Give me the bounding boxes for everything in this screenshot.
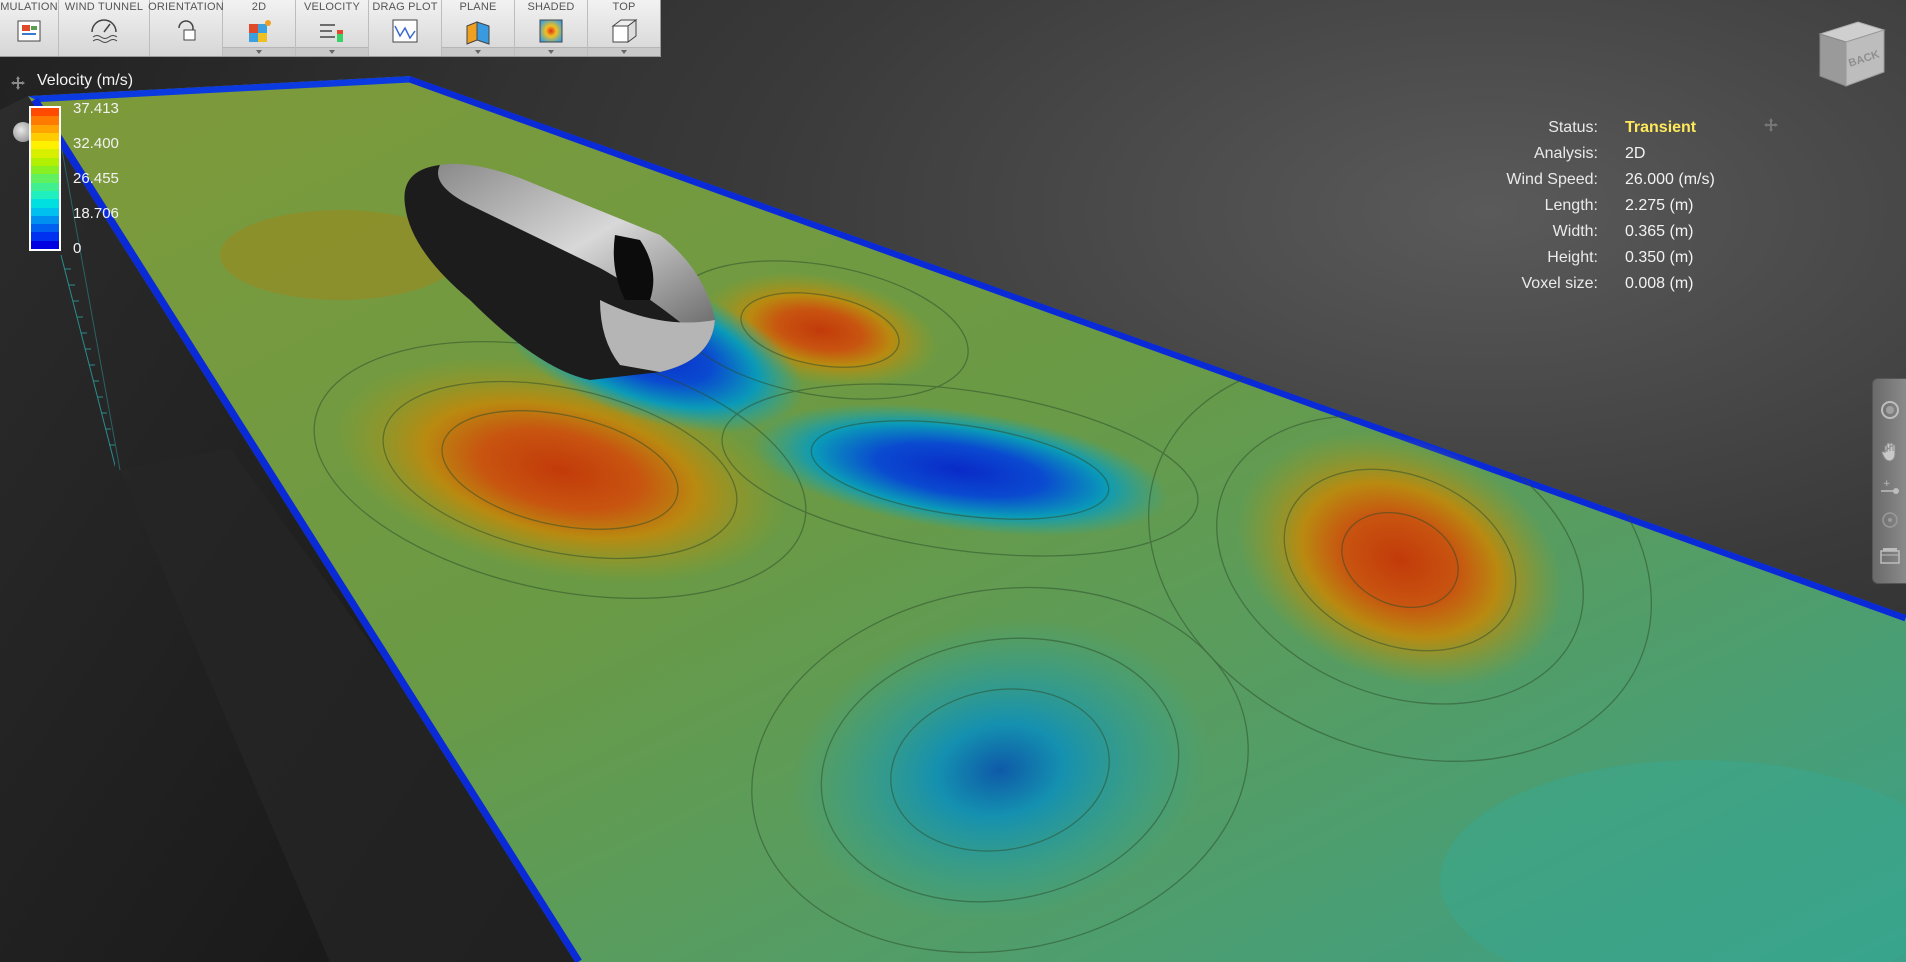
toolbar-top[interactable]: TOP [588,0,660,56]
velocity-icon [320,24,343,42]
legend-label: 37.413 [73,100,119,117]
toolbar-plane[interactable]: PLANE [442,0,515,56]
legend-color-swatch [31,174,59,183]
toolbar-label: 2D [251,1,267,13]
toolbar-label: VELOCITY [303,1,360,13]
info-row-analysis: Analysis: 2D [1440,141,1715,167]
toolbar-caret[interactable] [588,47,660,56]
legend-color-swatch [31,207,59,216]
legend-color-swatch [31,215,59,225]
legend-color-swatch [31,116,59,125]
toolbar-wind-tunnel[interactable]: WIND TUNNEL [59,0,150,56]
simulation-info-panel: Status: Transient Analysis: 2D Wind Speed:… [1440,115,1715,297]
legend-color-swatch [31,157,59,167]
info-key: Length: [1544,197,1598,214]
toolbar-label: DRAG PLOT [372,1,438,13]
drag-plot-icon [392,19,418,43]
tunnel-ruler [60,255,115,468]
info-row-voxel-size: Voxel size: 0.008 (m) [1440,271,1715,297]
info-value: 0.008 (m) [1625,275,1694,292]
legend-color-swatch [31,166,59,175]
toolbar-label: SHADED [527,1,575,13]
info-value: 26.000 (m/s) [1625,171,1715,188]
info-row-wind-speed: Wind Speed: 26.000 (m/s) [1440,167,1715,193]
toolbar-simulation[interactable]: MULATION [0,0,59,56]
legend-color-swatch [31,141,59,150]
info-row-length: Length: 2.275 (m) [1440,193,1715,219]
orientation-icon [178,20,196,41]
toolbar-label: WIND TUNNEL [64,1,144,13]
info-key: Width: [1552,223,1598,240]
info-key: Status: [1548,119,1598,136]
toolbar-caret[interactable] [223,47,295,56]
toolbar-caret[interactable] [296,47,368,56]
navigation-bar: + [1872,378,1906,584]
color-legend-bar [29,106,61,251]
top-view-icon [611,19,638,43]
legend-color-swatch [31,190,59,200]
info-value: 2D [1625,145,1646,162]
toolbar-label: MULATION [0,1,58,13]
simulation-icon [17,20,41,42]
ribbon-toolbar: MULATION WIND TUNNEL ORIENTATION 2D VELO… [0,0,661,57]
toolbar-shaded[interactable]: SHADED [515,0,588,56]
toolbar-label: ORIENTATION [148,1,224,13]
svg-text:+: + [1883,479,1891,489]
pan-hand-icon[interactable] [1879,441,1901,463]
legend-color-swatch [31,108,59,117]
toolbar-label: TOP [612,1,636,13]
info-value: 2.275 (m) [1625,197,1694,214]
toolbar-velocity[interactable]: VELOCITY [296,0,369,56]
toolbar-2d[interactable]: 2D [223,0,296,56]
info-key: Wind Speed: [1506,171,1598,188]
legend-color-swatch [31,132,59,142]
status-value: Transient [1625,119,1697,136]
info-row-height: Height: 0.350 (m) [1440,245,1715,271]
move-handle-icon[interactable] [11,76,25,90]
info-row-width: Width: 0.365 (m) [1440,219,1715,245]
toolbar-caret[interactable] [442,47,514,56]
legend-color-swatch [31,182,59,191]
info-key: Voxel size: [1521,275,1598,292]
move-handle-icon[interactable] [1764,118,1778,132]
shaded-icon [539,19,563,43]
info-value: 0.365 (m) [1625,223,1694,240]
legend-color-swatch [31,124,59,133]
info-value: 0.350 (m) [1625,249,1694,266]
wind-tunnel-icon [91,19,118,43]
legend-label: 18.706 [73,205,119,222]
legend-color-swatch [31,224,59,233]
steering-wheel-icon[interactable] [1879,399,1901,421]
legend-color-swatch [31,232,59,241]
zoom-slider-icon[interactable]: + [1879,477,1901,499]
legend-label: 26.455 [73,170,119,187]
legend-label: 32.400 [73,135,119,152]
toolbar-drag-plot[interactable]: DRAG PLOT [369,0,442,56]
toolbar-label: PLANE [459,1,497,13]
plane-icon [466,21,490,45]
film-strip-icon[interactable] [1879,545,1901,567]
legend-color-swatch [31,149,59,158]
orbit-icon[interactable] [1879,509,1901,531]
legend-color-swatch [31,199,59,208]
info-key: Height: [1547,249,1598,266]
legend-color-swatch [31,240,59,250]
legend-title: Velocity (m/s) [37,72,134,89]
toolbar-orientation[interactable]: ORIENTATION [148,0,224,56]
info-row-status: Status: Transient [1440,115,1715,141]
info-key: Analysis: [1533,145,1598,162]
view-cube[interactable]: BACK [1812,14,1892,94]
analysis-2d-icon [249,20,271,42]
toolbar-caret[interactable] [515,47,587,56]
